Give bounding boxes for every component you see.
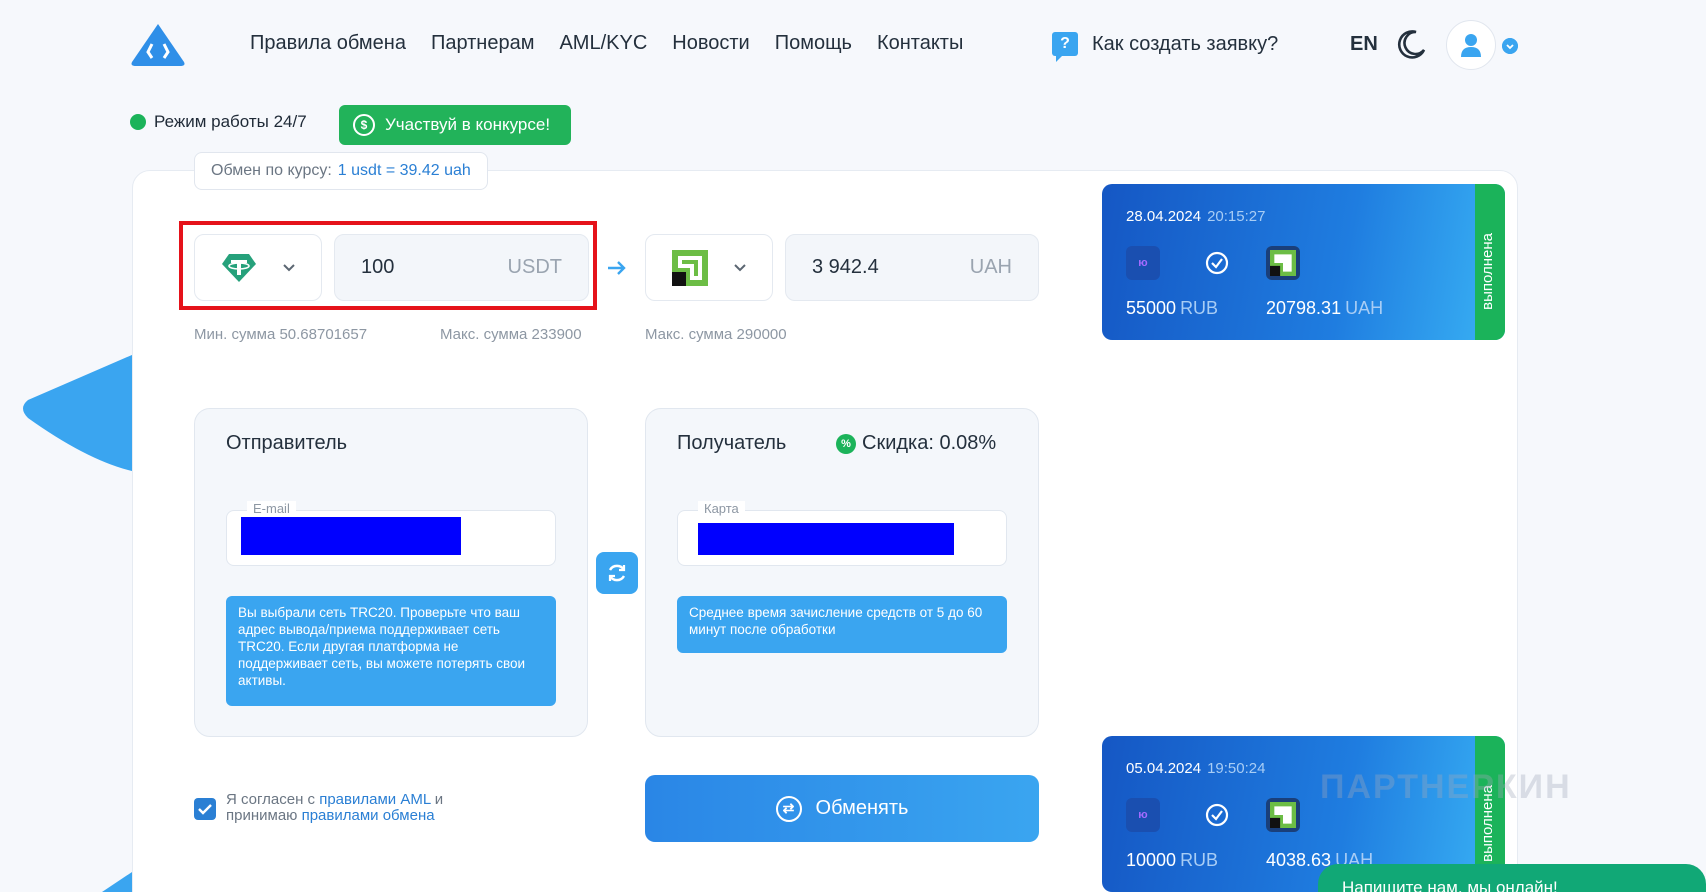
swap-button[interactable]	[596, 552, 638, 594]
tx-from-amount: 55000	[1126, 298, 1177, 318]
privatbank-icon	[1266, 798, 1300, 832]
receiver-panel	[645, 408, 1039, 737]
get-amount-input[interactable]: 3 942.4 UAH	[785, 234, 1039, 301]
receiver-time-note: Среднее время зачисление средств от 5 до…	[677, 596, 1007, 653]
receiver-title: Получатель	[677, 432, 787, 454]
nav-contacts[interactable]: Контакты	[877, 32, 963, 55]
agree-text-1: Я согласен с	[226, 791, 320, 808]
redacted-email	[241, 517, 461, 555]
how-to-create-link[interactable]: ? Как создать заявку?	[1052, 32, 1279, 62]
tx-to-amount: 4038.63	[1266, 850, 1332, 870]
work-mode-label: Режим работы 24/7	[154, 112, 307, 131]
agreement-checkbox[interactable]	[194, 798, 216, 820]
tx-time: 19:50:24	[1207, 760, 1266, 777]
exchange-button[interactable]: ⇄ Обменять	[645, 775, 1039, 842]
nav-news[interactable]: Новости	[672, 32, 749, 55]
get-currency-code: UAH	[969, 256, 1012, 278]
language-switch[interactable]: EN	[1350, 33, 1378, 56]
nav-aml-kyc[interactable]: AML/KYC	[559, 32, 647, 55]
exchange-rate: Обмен по курсу: 1 usdt = 39.42 uah	[194, 152, 488, 190]
site-logo[interactable]	[130, 22, 186, 68]
tx-date: 28.04.2024	[1126, 208, 1202, 225]
nav-help[interactable]: Помощь	[775, 32, 852, 55]
tx-date: 05.04.2024	[1126, 760, 1202, 777]
check-icon	[198, 804, 212, 815]
discount-badge: % Скидка: 0.08%	[836, 432, 996, 455]
tx-from-amount: 10000	[1126, 850, 1177, 870]
how-to-label: Как создать заявку?	[1092, 32, 1279, 55]
contest-label: Участвуй в конкурсе!	[385, 115, 551, 134]
aml-rules-link[interactable]: правилами AML	[319, 791, 430, 808]
online-dot-icon	[130, 114, 146, 130]
tx-from-currency: RUB	[1180, 850, 1219, 870]
tx-status: выполнена	[1479, 233, 1496, 310]
tx-to-sum: 20798.31 UAH	[1266, 298, 1383, 319]
give-min-limit: Мин. сумма 50.68701657	[194, 326, 368, 343]
get-max-limit: Макс. сумма 290000	[645, 326, 787, 343]
watermark: ПАРТНЕРКИН	[1320, 768, 1572, 806]
sender-network-note: Вы выбрали сеть TRC20. Проверьте что ваш…	[226, 596, 556, 706]
check-circle-icon	[1200, 246, 1234, 280]
agreement-checkbox-row: Я согласен с правилами AML и принимаю пр…	[194, 792, 496, 824]
privatbank-icon	[1266, 246, 1300, 280]
tx-to-amount: 20798.31	[1266, 298, 1342, 318]
tx-from-sum: 55000 RUB	[1126, 298, 1218, 319]
contest-button[interactable]: $ Участвуй в конкурсе!	[339, 105, 571, 145]
yoomoney-icon: ю	[1126, 798, 1160, 832]
nav-exchange-rules[interactable]: Правила обмена	[250, 32, 406, 55]
refresh-icon	[608, 564, 626, 582]
exchange-button-label: Обменять	[815, 797, 909, 819]
get-amount-value: 3 942.4	[812, 256, 879, 278]
exchange-rules-link[interactable]: правилами обмена	[302, 807, 435, 824]
coin-icon: $	[353, 114, 375, 136]
tx-datetime: 05.04.2024 19:50:24	[1126, 760, 1265, 777]
tx-to-currency: UAH	[1345, 298, 1384, 318]
chevron-down-icon	[734, 263, 746, 271]
percent-icon: %	[836, 433, 856, 454]
transaction-card: 28.04.2024 20:15:27 ю 55000 RUB 20798.31 UA…	[1102, 184, 1505, 340]
nav-partners[interactable]: Партнерам	[431, 32, 535, 55]
arrow-right-icon	[608, 261, 626, 275]
rate-value: 1 usdt = 39.42 uah	[337, 162, 471, 179]
sender-title: Отправитель	[226, 432, 348, 454]
user-icon	[1461, 34, 1481, 57]
question-icon: ?	[1052, 32, 1078, 62]
email-label: E-mail	[247, 501, 296, 516]
status-badge: выполнена	[1475, 184, 1505, 340]
moon-icon[interactable]	[1396, 28, 1428, 60]
tx-time: 20:15:27	[1207, 208, 1266, 225]
main-nav: Правила обмена Партнерам AML/KYC Новости…	[250, 32, 963, 55]
chat-widget[interactable]: Напишите нам, мы онлайн!	[1318, 864, 1706, 892]
tx-datetime: 28.04.2024 20:15:27	[1126, 208, 1265, 225]
exchange-icon: ⇄	[775, 795, 802, 822]
yoomoney-icon: ю	[1126, 246, 1160, 280]
highlight-frame	[179, 221, 597, 310]
chevron-down-icon[interactable]	[1502, 38, 1518, 54]
user-avatar[interactable]	[1446, 20, 1496, 70]
rate-label: Обмен по курсу:	[211, 162, 332, 179]
give-max-limit: Макс. сумма 233900	[440, 326, 582, 343]
discount-label: Скидка: 0.08%	[862, 432, 997, 454]
decor-shape	[23, 348, 148, 474]
get-currency-select[interactable]	[645, 234, 773, 301]
work-mode-status: Режим работы 24/7	[130, 112, 307, 132]
check-circle-icon	[1200, 798, 1234, 832]
redacted-card	[698, 523, 954, 555]
card-field[interactable]: Карта	[677, 501, 1007, 566]
privatbank-icon	[672, 249, 708, 286]
email-field[interactable]: E-mail	[226, 501, 556, 566]
tx-from-sum: 10000 RUB	[1126, 850, 1218, 871]
card-label: Карта	[698, 501, 745, 516]
tx-from-currency: RUB	[1180, 298, 1219, 318]
